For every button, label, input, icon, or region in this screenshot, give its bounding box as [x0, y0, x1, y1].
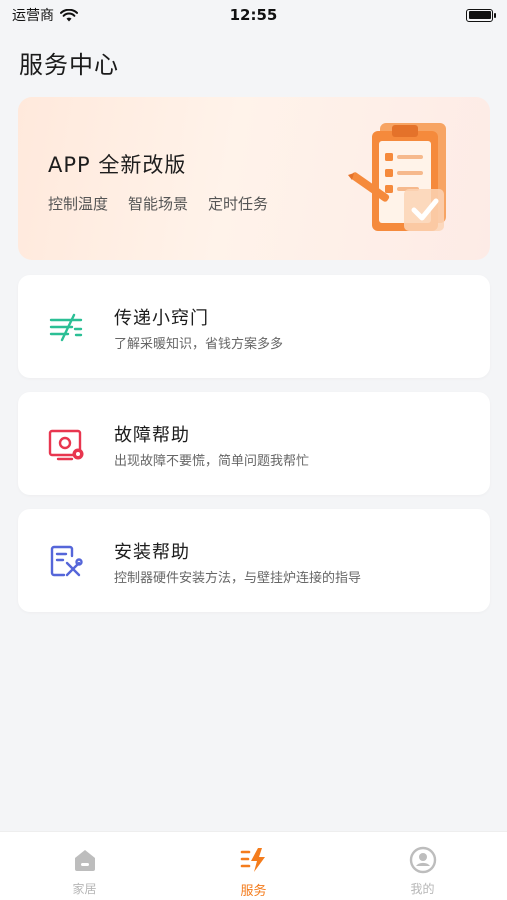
tab-service[interactable]: 服务 [169, 832, 338, 900]
service-icon [240, 848, 265, 872]
tab-bar: 家居 服务 我的 [0, 831, 507, 900]
card-subtitle: 出现故障不要慌，简单问题我帮忙 [114, 454, 310, 469]
profile-icon [409, 846, 436, 874]
tab-label: 家居 [72, 882, 97, 896]
card-subtitle: 了解采暖知识，省钱方案多多 [114, 337, 284, 352]
status-left: 运营商 [12, 5, 78, 25]
card-tips[interactable]: 传递小窍门 了解采暖知识，省钱方案多多 [18, 275, 490, 378]
tab-profile[interactable]: 我的 [338, 832, 507, 900]
banner-tag: 智能场景 [128, 195, 189, 213]
card-title: 传递小窍门 [114, 308, 209, 329]
card-fault-help[interactable]: 故障帮助 出现故障不要慌，简单问题我帮忙 [18, 392, 490, 495]
wifi-icon [60, 8, 78, 21]
home-icon [74, 850, 95, 871]
status-bar: 运营商 12:55 [0, 0, 507, 30]
app-update-banner[interactable]: APP 全新改版 控制温度 智能场景 定时任务 [18, 97, 490, 260]
card-title: 安装帮助 [114, 542, 190, 563]
card-install-help[interactable]: 安装帮助 控制器硬件安装方法，与壁挂炉连接的指导 [18, 509, 490, 612]
install-icon [50, 545, 83, 577]
tab-label: 服务 [240, 884, 267, 899]
battery-icon [466, 8, 496, 22]
card-subtitle: 控制器硬件安装方法，与壁挂炉连接的指导 [114, 571, 362, 586]
tips-icon [49, 313, 83, 342]
tab-label: 我的 [410, 882, 435, 896]
fault-icon [48, 429, 84, 461]
page-title: 服务中心 [19, 51, 119, 79]
banner-title: APP 全新改版 [48, 153, 187, 177]
card-title: 故障帮助 [114, 425, 190, 446]
banner-tag: 控制温度 [48, 195, 109, 213]
carrier-label: 运营商 [12, 8, 54, 24]
tab-home[interactable]: 家居 [0, 832, 169, 900]
clipboard-illustration-icon [348, 123, 446, 231]
banner-tag: 定时任务 [208, 195, 269, 213]
banner-tags: 控制温度 智能场景 定时任务 [48, 193, 268, 214]
